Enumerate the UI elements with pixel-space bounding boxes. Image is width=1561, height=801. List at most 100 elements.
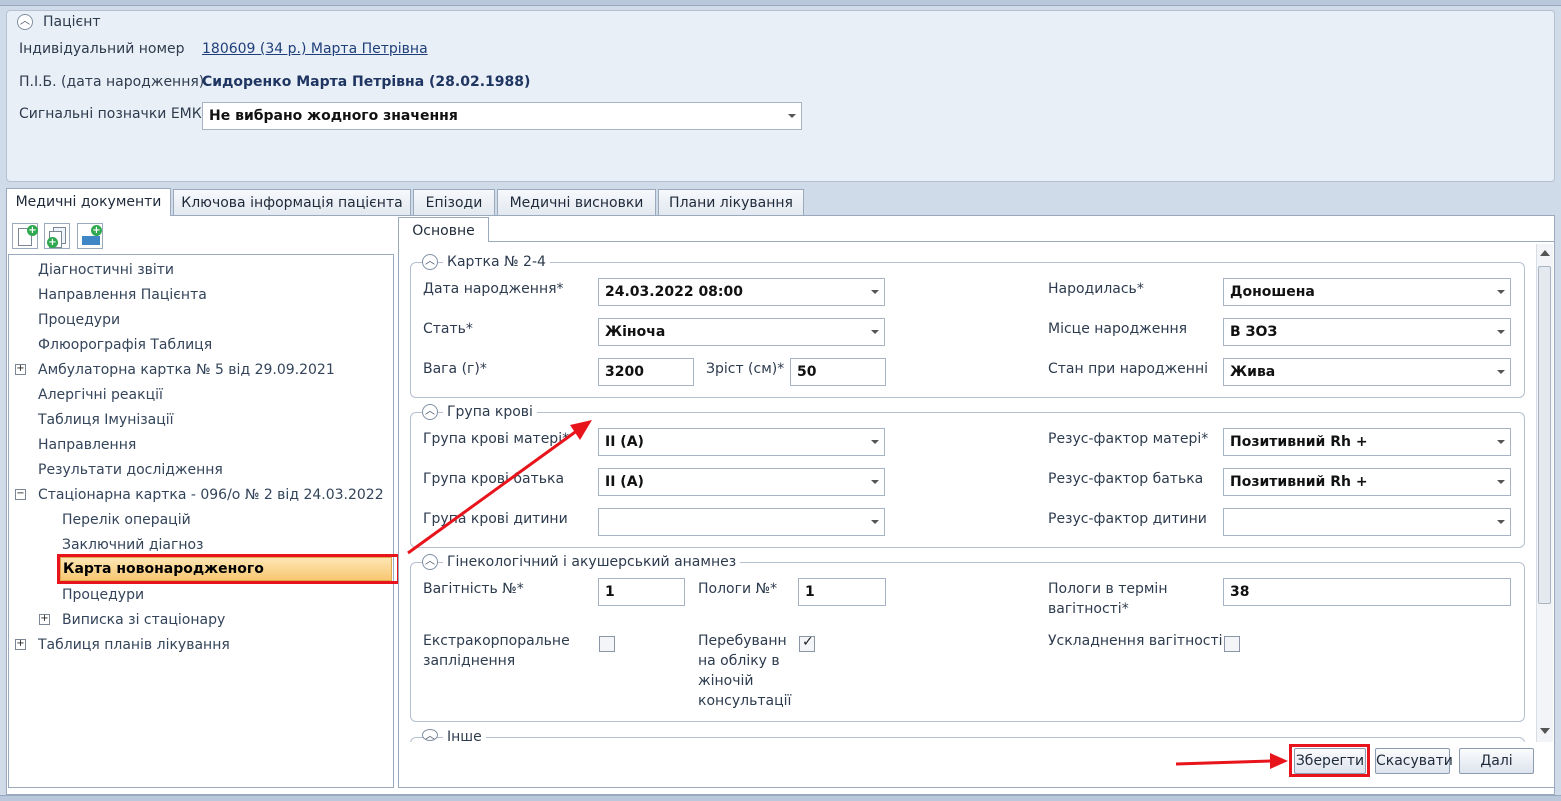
state-label: Стан при народженні	[1048, 361, 1208, 377]
pregnancy-label: Вагітність №*	[423, 581, 524, 597]
pregnancy-input[interactable]: 1	[598, 578, 685, 606]
chevron-down-icon	[1497, 290, 1505, 294]
births-label: Пологи №*	[698, 581, 778, 597]
birth-date-label: Дата народження*	[423, 281, 564, 297]
tree-item[interactable]: Таблиця Імунізації	[38, 412, 174, 428]
other-section-title: Інше	[443, 728, 486, 742]
mother-blood-value: II (A)	[605, 434, 644, 450]
birth-date-field[interactable]: 24.03.2022 08:00	[598, 278, 885, 306]
state-select[interactable]: Жива	[1223, 358, 1511, 386]
father-blood-select[interactable]: II (A)	[598, 468, 885, 496]
tree-item[interactable]: Амбулаторна картка № 5 від 29.09.2021	[38, 362, 335, 378]
place-select[interactable]: В ЗОЗ	[1223, 318, 1511, 346]
registered-checkbox[interactable]: ✓	[799, 634, 815, 652]
rh-child-select[interactable]	[1223, 508, 1511, 536]
scroll-down-icon[interactable]	[1540, 728, 1550, 734]
rh-mother-value: Позитивний Rh +	[1230, 434, 1368, 450]
blood-section-title: Група крові	[443, 404, 537, 420]
registered-label-line4: консультації	[698, 693, 792, 709]
born-select[interactable]: Доношена	[1223, 278, 1511, 306]
rh-mother-label: Резус-фактор матері*	[1048, 431, 1209, 447]
chevron-down-icon	[1497, 480, 1505, 484]
tree-item[interactable]: Заключний діагноз	[62, 537, 203, 553]
patient-panel	[6, 10, 1555, 182]
height-input[interactable]: 50	[790, 358, 886, 386]
tree-item[interactable]: Результати дослідження	[38, 462, 223, 478]
height-value: 50	[797, 364, 817, 380]
tree-item[interactable]: Алергічні реакції	[38, 387, 163, 403]
eco-label-line2: запліднення	[423, 653, 516, 669]
mother-blood-select[interactable]: II (A)	[598, 428, 885, 456]
signals-select[interactable]: Не вибрано жодного значення	[202, 102, 802, 130]
child-blood-select[interactable]	[598, 508, 885, 536]
tree-item[interactable]: Направлення Пацієнта	[38, 287, 207, 303]
expand-plus-icon[interactable]: +	[39, 614, 50, 625]
eco-checkbox[interactable]	[599, 636, 615, 652]
rh-father-select[interactable]: Позитивний Rh +	[1223, 468, 1511, 496]
anamnesis-collapse-icon[interactable]: ︿	[422, 554, 438, 570]
term-input[interactable]: 38	[1223, 578, 1511, 606]
tree-item[interactable]: Діагностичні звіти	[38, 262, 174, 278]
cancel-button[interactable]: Скасувати	[1375, 748, 1453, 774]
tree-item[interactable]: Перелік операцій	[62, 512, 191, 528]
chevron-down-icon	[871, 480, 879, 484]
copy-document-icon[interactable]: +	[44, 223, 70, 249]
height-label: Зріст (см)*	[706, 361, 785, 377]
window-bottom-bar	[0, 795, 1561, 801]
eco-label-line1: Екстракорпоральне	[423, 633, 570, 649]
tree-item[interactable]: Флюорографія Таблиця	[38, 337, 212, 353]
chevron-down-icon	[871, 290, 879, 294]
collapse-minus-icon[interactable]: −	[15, 489, 26, 500]
tree-item[interactable]: Таблиця планів лікування	[38, 637, 230, 653]
complications-checkbox[interactable]	[1224, 636, 1240, 652]
tab-treatment-plans[interactable]: Плани лікування	[658, 189, 804, 215]
card-section-title: Картка № 2-4	[443, 254, 550, 270]
born-label: Народилась*	[1048, 281, 1144, 297]
tab-label: Основне	[412, 223, 475, 239]
tree-item[interactable]: Процедури	[62, 587, 144, 603]
next-button[interactable]: Далі	[1459, 748, 1534, 774]
state-value: Жива	[1230, 364, 1276, 380]
tab-label: Плани лікування	[669, 195, 793, 211]
expand-plus-icon[interactable]: +	[15, 364, 26, 375]
chevron-down-icon	[1497, 330, 1505, 334]
tab-medical-documents[interactable]: Медичні документи	[6, 188, 171, 216]
expand-plus-icon[interactable]: +	[15, 639, 26, 650]
scroll-up-icon[interactable]	[1540, 250, 1550, 256]
patient-collapse-icon[interactable]: ︿	[17, 14, 33, 30]
scrollbar-thumb[interactable]	[1538, 266, 1551, 604]
tree-item[interactable]: Стаціонарна картка - 096/о № 2 від 24.03…	[38, 487, 384, 503]
births-input[interactable]: 1	[798, 578, 886, 606]
tree-item[interactable]: Направлення	[38, 437, 136, 453]
patient-id-link[interactable]: 180609 (34 р.) Марта Петрівна	[202, 41, 428, 57]
signals-label: Сигнальні позначки ЕМК	[19, 106, 202, 122]
other-collapse-icon[interactable]: ︿	[422, 729, 438, 741]
card-collapse-icon[interactable]: ︿	[422, 254, 438, 270]
blood-collapse-icon[interactable]: ︿	[422, 404, 438, 420]
weight-input[interactable]: 3200	[598, 358, 694, 386]
anamnesis-section-title: Гінекологічний і акушерський анамнез	[443, 554, 741, 570]
signals-select-value: Не вибрано жодного значення	[209, 108, 458, 124]
tab-conclusions[interactable]: Медичні висновки	[497, 189, 656, 215]
registered-label-line3: жіночій	[698, 673, 754, 689]
term-value: 38	[1230, 584, 1250, 600]
tab-episodes[interactable]: Епізоди	[413, 189, 495, 215]
rh-mother-select[interactable]: Позитивний Rh +	[1223, 428, 1511, 456]
pregnancy-value: 1	[605, 584, 615, 600]
tree-item[interactable]: Процедури	[38, 312, 120, 328]
chevron-down-icon	[788, 114, 796, 118]
sex-label: Стать*	[423, 321, 473, 337]
add-document-icon[interactable]: +	[12, 223, 38, 249]
chevron-down-icon	[871, 330, 879, 334]
tab-key-info[interactable]: Ключова інформація пацієнта	[173, 189, 411, 215]
born-value: Доношена	[1230, 284, 1315, 300]
tree-item[interactable]: Виписка зі стаціонару	[62, 612, 225, 628]
tab-main[interactable]: Основне	[398, 217, 489, 242]
tab-label: Медичні висновки	[509, 195, 644, 211]
place-value: В ЗОЗ	[1230, 324, 1278, 340]
rh-child-label: Резус-фактор дитини	[1048, 511, 1207, 527]
sex-select[interactable]: Жіноча	[598, 318, 885, 346]
rh-father-value: Позитивний Rh +	[1230, 474, 1368, 490]
add-record-icon[interactable]: +	[77, 223, 103, 249]
complications-label: Ускладнення вагітності	[1048, 633, 1223, 649]
